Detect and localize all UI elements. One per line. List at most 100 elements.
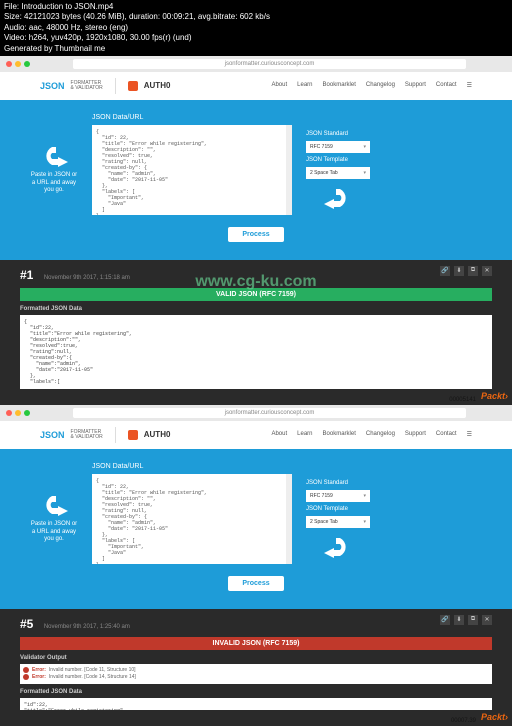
json-input[interactable]: { "id": 22, "title": "Error while regist…: [92, 474, 292, 564]
nav-menu-icon[interactable]: ☰: [467, 82, 472, 89]
invalid-banner: INVALID JSON (RFC 7159): [20, 637, 492, 650]
meta-size: Size: 42121023 bytes (40.26 MiB), durati…: [4, 12, 508, 22]
error-row[interactable]: Error: Invalid number. [Code 14, Structu…: [23, 674, 489, 680]
link-icon[interactable]: 🔗: [440, 615, 450, 625]
link-icon[interactable]: 🔗: [440, 266, 450, 276]
copy-icon[interactable]: ⧉: [468, 615, 478, 625]
result-panel-1: #1 November 9th 2017, 1:15:18 am 🔗 ⬇ ⧉ ✕…: [0, 260, 512, 405]
left-hint: Paste in JSON or a URL and away you go.: [30, 494, 78, 544]
file-metadata: File: Introduction to JSON.mp4 Size: 421…: [0, 0, 512, 56]
nav-learn[interactable]: Learn: [297, 82, 312, 89]
site-header: JSON FORMATTER & VALIDATOR AUTH0 About L…: [0, 421, 512, 449]
meta-gen: Generated by Thumbnail me: [4, 44, 508, 54]
result-panel-2: #5 November 9th 2017, 1:25:40 am 🔗 ⬇ ⧉ ✕…: [0, 609, 512, 726]
meta-audio: Audio: aac, 48000 Hz, stereo (eng): [4, 23, 508, 33]
minimize-traffic-icon[interactable]: [15, 61, 21, 67]
auth0-icon: [128, 81, 138, 91]
meta-file: File: Introduction to JSON.mp4: [4, 2, 508, 12]
close-traffic-icon[interactable]: [6, 61, 12, 67]
packt-logo: Packt›: [481, 712, 508, 722]
separator: [115, 427, 116, 443]
url-bar[interactable]: jsonformatter.curiousconcept.com: [73, 59, 466, 69]
result-code[interactable]: { "id":22, "title":"Error while register…: [20, 315, 492, 389]
logo-json[interactable]: JSON: [40, 430, 65, 440]
browser-chrome: jsonformatter.curiousconcept.com: [0, 56, 512, 72]
std-label: JSON Standard: [306, 480, 370, 486]
error-row[interactable]: Error: Invalid number. [Code 11, Structu…: [23, 667, 489, 673]
arrow-left-icon: [322, 536, 354, 558]
nav-bookmarklet[interactable]: Bookmarklet: [323, 82, 356, 89]
arrow-left-icon: [322, 187, 354, 209]
logo-auth0[interactable]: AUTH0: [144, 430, 171, 439]
url-bar[interactable]: jsonformatter.curiousconcept.com: [73, 408, 466, 418]
left-hint: Paste in JSON or a URL and away you go.: [30, 145, 78, 195]
result-timestamp: November 9th 2017, 1:15:18 am: [44, 275, 130, 281]
error-dot-icon: [23, 674, 29, 680]
panel-header: JSON Data/URL: [92, 114, 482, 121]
nav-about[interactable]: About: [271, 82, 287, 89]
formatted-label: Formatted JSON Data: [20, 306, 492, 312]
close-icon[interactable]: ✕: [482, 266, 492, 276]
top-nav: About Learn Bookmarklet Changelog Suppor…: [271, 82, 472, 89]
validator-output: Error: Invalid number. [Code 11, Structu…: [20, 664, 492, 684]
video-timestamp: 00005141: [449, 397, 476, 403]
nav-learn[interactable]: Learn: [297, 431, 312, 438]
arrow-right-icon: [38, 494, 70, 516]
maximize-traffic-icon[interactable]: [24, 410, 30, 416]
tpl-label: JSON Template: [306, 506, 370, 512]
arrow-right-icon: [38, 145, 70, 167]
nav-about[interactable]: About: [271, 431, 287, 438]
hint-caption: Paste in JSON or a URL and away you go.: [30, 521, 78, 544]
copy-icon[interactable]: ⧉: [468, 266, 478, 276]
video-timestamp: 00007.39: [451, 718, 476, 724]
logo-subtitle: FORMATTER & VALIDATOR: [71, 430, 103, 440]
json-input[interactable]: { "id": 22, "title": "Error while regist…: [92, 125, 292, 215]
browser-chrome: jsonformatter.curiousconcept.com: [0, 405, 512, 421]
std-dropdown[interactable]: RFC 7159▾: [306, 490, 370, 502]
nav-menu-icon[interactable]: ☰: [467, 431, 472, 438]
formatted-label: Formatted JSON Data: [20, 689, 492, 695]
site-header: JSON FORMATTER & VALIDATOR AUTH0 About L…: [0, 72, 512, 100]
options-column: JSON Standard RFC 7159▾ JSON Template 2 …: [306, 131, 370, 209]
packt-logo: Packt›: [481, 391, 508, 401]
result-number: #5: [20, 617, 33, 631]
nav-changelog[interactable]: Changelog: [366, 82, 395, 89]
separator: [115, 78, 116, 94]
nav-support[interactable]: Support: [405, 431, 426, 438]
download-icon[interactable]: ⬇: [454, 266, 464, 276]
tpl-dropdown[interactable]: 2 Space Tab▾: [306, 167, 370, 179]
hint-caption: Paste in JSON or a URL and away you go.: [30, 172, 78, 195]
process-button[interactable]: Process: [228, 227, 283, 242]
process-button[interactable]: Process: [228, 576, 283, 591]
options-column: JSON Standard RFC 7159▾ JSON Template 2 …: [306, 480, 370, 558]
maximize-traffic-icon[interactable]: [24, 61, 30, 67]
auth0-icon: [128, 430, 138, 440]
error-dot-icon: [23, 667, 29, 673]
nav-changelog[interactable]: Changelog: [366, 431, 395, 438]
result-tool-icons: 🔗 ⬇ ⧉ ✕: [440, 615, 492, 625]
std-dropdown[interactable]: RFC 7159▾: [306, 141, 370, 153]
meta-video: Video: h264, yuv420p, 1920x1080, 30.00 f…: [4, 33, 508, 43]
result-number: #1: [20, 268, 33, 282]
nav-support[interactable]: Support: [405, 82, 426, 89]
nav-contact[interactable]: Contact: [436, 82, 457, 89]
result-code[interactable]: "id":22, "title":"Error while registerin…: [20, 698, 492, 710]
input-panel: JSON Data/URL Paste in JSON or a URL and…: [0, 449, 512, 609]
nav-bookmarklet[interactable]: Bookmarklet: [323, 431, 356, 438]
tpl-label: JSON Template: [306, 157, 370, 163]
panel-header: JSON Data/URL: [92, 463, 482, 470]
logo-subtitle: FORMATTER & VALIDATOR: [71, 81, 103, 91]
minimize-traffic-icon[interactable]: [15, 410, 21, 416]
validator-label: Validator Output: [20, 655, 492, 661]
frame-2: jsonformatter.curiousconcept.com JSON FO…: [0, 405, 512, 726]
close-icon[interactable]: ✕: [482, 615, 492, 625]
close-traffic-icon[interactable]: [6, 410, 12, 416]
logo-auth0[interactable]: AUTH0: [144, 81, 171, 90]
logo-json[interactable]: JSON: [40, 81, 65, 91]
input-panel: JSON Data/URL Paste in JSON or a URL and…: [0, 100, 512, 260]
valid-banner: VALID JSON (RFC 7159): [20, 288, 492, 301]
download-icon[interactable]: ⬇: [454, 615, 464, 625]
result-timestamp: November 9th 2017, 1:25:40 am: [44, 624, 130, 630]
tpl-dropdown[interactable]: 2 Space Tab▾: [306, 516, 370, 528]
nav-contact[interactable]: Contact: [436, 431, 457, 438]
